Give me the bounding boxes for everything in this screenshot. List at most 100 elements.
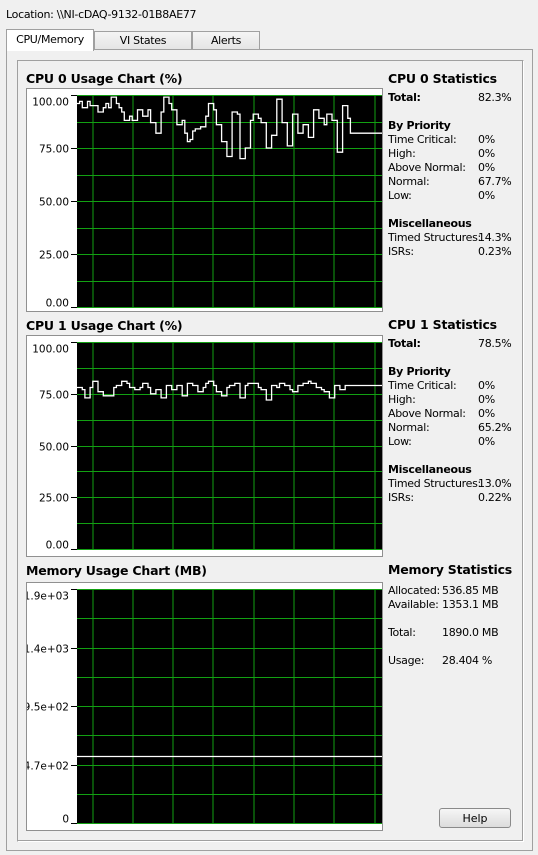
stat-label: Total:: [388, 626, 416, 639]
cpu1-total-label: Total:: [388, 337, 421, 350]
stat-label: Timed Structures:: [388, 477, 481, 490]
tab-cpu-memory[interactable]: CPU/Memory: [6, 29, 94, 51]
cpu0-priority-row: Time Critical: 0%: [388, 133, 497, 147]
stat-label: High:: [388, 393, 416, 406]
stat-label: Above Normal:: [388, 407, 466, 420]
cpu0-total-value: 82.3%: [478, 91, 512, 104]
stat-value: 0.23%: [478, 245, 512, 258]
y-tick-label: 1.4e+03: [27, 644, 69, 656]
y-tick-label: 0.00: [46, 540, 69, 552]
y-tick-label: 75.00: [39, 144, 69, 156]
cpu1-misc-row: ISRs: 0.22%: [388, 491, 512, 505]
cpu1-misc-title: Miscellaneous: [388, 463, 472, 476]
y-tick-label: 75.00: [39, 390, 69, 402]
stat-value: 67.7%: [478, 175, 512, 188]
y-tick-label: 100.00: [32, 344, 69, 356]
stat-value: 0%: [478, 435, 495, 448]
cpu0-misc-row: Timed Structures: 14.3%: [388, 231, 512, 245]
y-tick-label: 4.7e+02: [27, 761, 69, 773]
stat-label: Above Normal:: [388, 161, 466, 174]
cpu1-priority-title: By Priority: [388, 365, 451, 378]
stat-label: Normal:: [388, 175, 430, 188]
y-tick-label: 25.00: [39, 493, 69, 505]
cpu1-stats-title: CPU 1 Statistics: [388, 317, 497, 332]
stat-label: Time Critical:: [388, 133, 457, 146]
cpu1-priority-row: High: 0%: [388, 393, 497, 407]
stat-value: 0%: [478, 147, 495, 160]
stat-label: Allocated:: [388, 584, 440, 597]
memory-row: Available: 1353.1 MB: [388, 598, 512, 612]
stat-value: 1890.0 MB: [442, 626, 499, 639]
cpu1-priority-row: Normal: 65.2%: [388, 421, 512, 435]
cpu1-priority-row: Time Critical: 0%: [388, 379, 497, 393]
cpu0-statistics: CPU 0 Statistics Total: 82.3% By Priorit…: [388, 71, 512, 259]
stat-value: 0.22%: [478, 491, 512, 504]
cpu1-priority-row: Low: 0%: [388, 435, 497, 449]
stat-label: High:: [388, 147, 416, 160]
cpu1-total-row: Total: 78.5%: [388, 337, 512, 351]
cpu0-chart: 0.00 25.00 50.00 75.00 100.00: [26, 88, 383, 312]
tab-vi-states[interactable]: VI States: [94, 31, 192, 50]
y-tick-label: 0: [62, 814, 69, 826]
help-button[interactable]: Help: [439, 808, 511, 828]
memory-stats-title: Memory Statistics: [388, 562, 513, 577]
cpu1-total-value: 78.5%: [478, 337, 512, 350]
stat-label: Usage:: [388, 654, 425, 667]
memory-statistics: Memory Statistics Allocated: 536.85 MB Av…: [388, 562, 512, 668]
cpu0-priority-row: Above Normal: 0%: [388, 161, 497, 175]
y-tick-label: 50.00: [39, 197, 69, 209]
y-tick-label: 25.00: [39, 250, 69, 262]
stat-label: Normal:: [388, 421, 430, 434]
stat-value: 0%: [478, 133, 495, 146]
cpu0-total-label: Total:: [388, 91, 421, 104]
memory-row: Total: 1890.0 MB: [388, 626, 512, 640]
stat-value: 13.0%: [478, 477, 512, 490]
stat-label: Timed Structures:: [388, 231, 481, 244]
stat-label: Low:: [388, 435, 412, 448]
location-value: \\NI-cDAQ-9132-01B8AE77: [56, 8, 197, 21]
stat-value: 536.85 MB: [442, 584, 499, 597]
cpu0-priority-row: High: 0%: [388, 147, 497, 161]
cpu1-misc-row: Timed Structures: 13.0%: [388, 477, 512, 491]
y-tick-label: 100.00: [32, 97, 69, 109]
stat-value: 0%: [478, 379, 495, 392]
cpu0-chart-svg: 0.00 25.00 50.00 75.00 100.00: [32, 95, 382, 310]
stat-value: 0%: [478, 189, 495, 202]
y-tick-label: 0.00: [46, 298, 69, 310]
cpu1-priority-row: Above Normal: 0%: [388, 407, 497, 421]
cpu0-chart-title: CPU 0 Usage Chart (%): [26, 71, 183, 86]
y-tick-label: 1.9e+03: [27, 591, 69, 603]
stat-value: 65.2%: [478, 421, 512, 434]
location-prefix: Location:: [6, 8, 54, 21]
memory-chart: 0 4.7e+02 9.5e+02 1.4e+03 1.9e+03: [26, 582, 383, 831]
location-label: Location: \\NI-cDAQ-9132-01B8AE77: [6, 8, 197, 21]
cpu0-priority-title: By Priority: [388, 119, 451, 132]
y-tick-label: 50.00: [39, 442, 69, 454]
stat-value: 0%: [478, 393, 495, 406]
memory-chart-title: Memory Usage Chart (MB): [26, 563, 207, 578]
stat-label: Low:: [388, 189, 412, 202]
stat-value: 1353.1 MB: [442, 598, 499, 611]
cpu1-chart-svg: 0.00 25.00 50.00 75.00 100.00: [32, 342, 382, 552]
stat-value: 0%: [478, 161, 495, 174]
cpu1-statistics: CPU 1 Statistics Total: 78.5% By Priorit…: [388, 317, 512, 505]
cpu0-total-row: Total: 82.3%: [388, 91, 512, 105]
stat-value: 28.404 %: [442, 654, 493, 667]
cpu0-stats-title: CPU 0 Statistics: [388, 71, 497, 86]
memory-row: Usage: 28.404 %: [388, 654, 512, 668]
memory-chart-svg: 0 4.7e+02 9.5e+02 1.4e+03 1.9e+03: [27, 589, 382, 826]
stat-label: ISRs:: [388, 245, 414, 258]
cpu0-priority-row: Low: 0%: [388, 189, 497, 203]
stat-label: Time Critical:: [388, 379, 457, 392]
stat-label: ISRs:: [388, 491, 414, 504]
cpu0-priority-row: Normal: 67.7%: [388, 175, 512, 189]
cpu0-misc-title: Miscellaneous: [388, 217, 472, 230]
stat-label: Available:: [388, 598, 439, 611]
stat-value: 0%: [478, 407, 495, 420]
cpu0-misc-row: ISRs: 0.23%: [388, 245, 512, 259]
memory-row: Allocated: 536.85 MB: [388, 584, 512, 598]
stat-value: 14.3%: [478, 231, 512, 244]
cpu1-chart-title: CPU 1 Usage Chart (%): [26, 318, 183, 333]
tab-alerts[interactable]: Alerts: [192, 31, 260, 50]
cpu1-chart: 0.00 25.00 50.00 75.00 100.00: [26, 335, 383, 557]
